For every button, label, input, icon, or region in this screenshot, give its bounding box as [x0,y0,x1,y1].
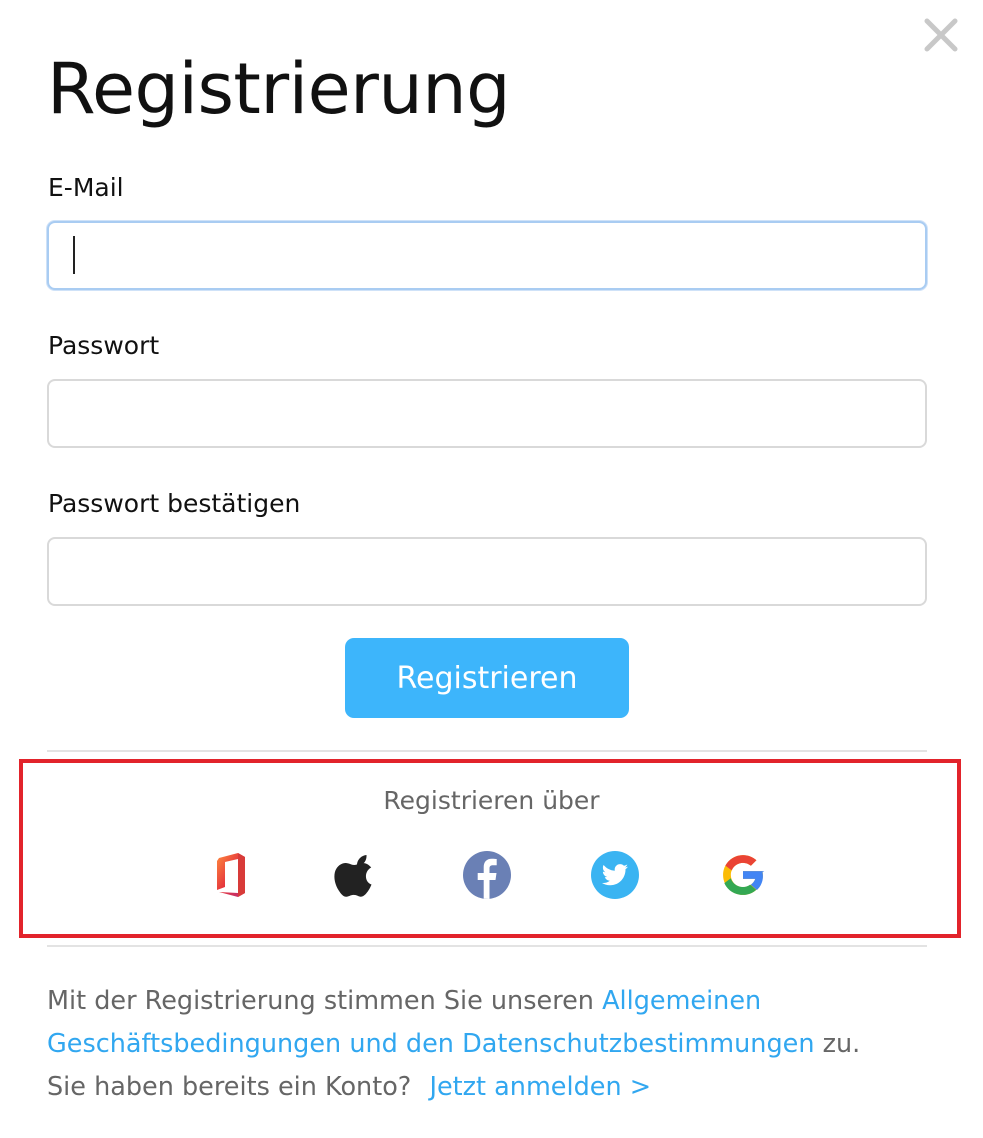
google-icon[interactable] [717,849,769,901]
facebook-icon[interactable] [461,849,513,901]
apple-icon[interactable] [333,849,385,901]
divider [47,750,927,752]
page-title: Registrierung [47,48,511,130]
login-link[interactable]: Jetzt anmelden > [429,1072,651,1102]
terms-prefix: Mit der Registrierung stimmen Sie unsere… [47,986,603,1016]
social-login-title: Registrieren über [383,786,600,815]
text-caret [73,236,75,274]
email-field[interactable] [47,221,927,290]
account-question: Sie haben bereits ein Konto? [47,1072,412,1102]
terms-suffix: zu. [814,1029,861,1059]
register-button[interactable]: Registrieren [345,638,629,718]
password-label: Passwort [48,331,160,360]
office-icon[interactable] [205,849,257,901]
confirm-password-label: Passwort bestätigen [48,489,301,518]
close-icon[interactable] [922,16,960,54]
email-label: E-Mail [48,173,124,202]
confirm-password-field[interactable] [47,537,927,606]
twitter-icon[interactable] [589,849,641,901]
password-field[interactable] [47,379,927,448]
divider [47,945,927,947]
terms-text: Mit der Registrierung stimmen Sie unsere… [47,980,927,1109]
